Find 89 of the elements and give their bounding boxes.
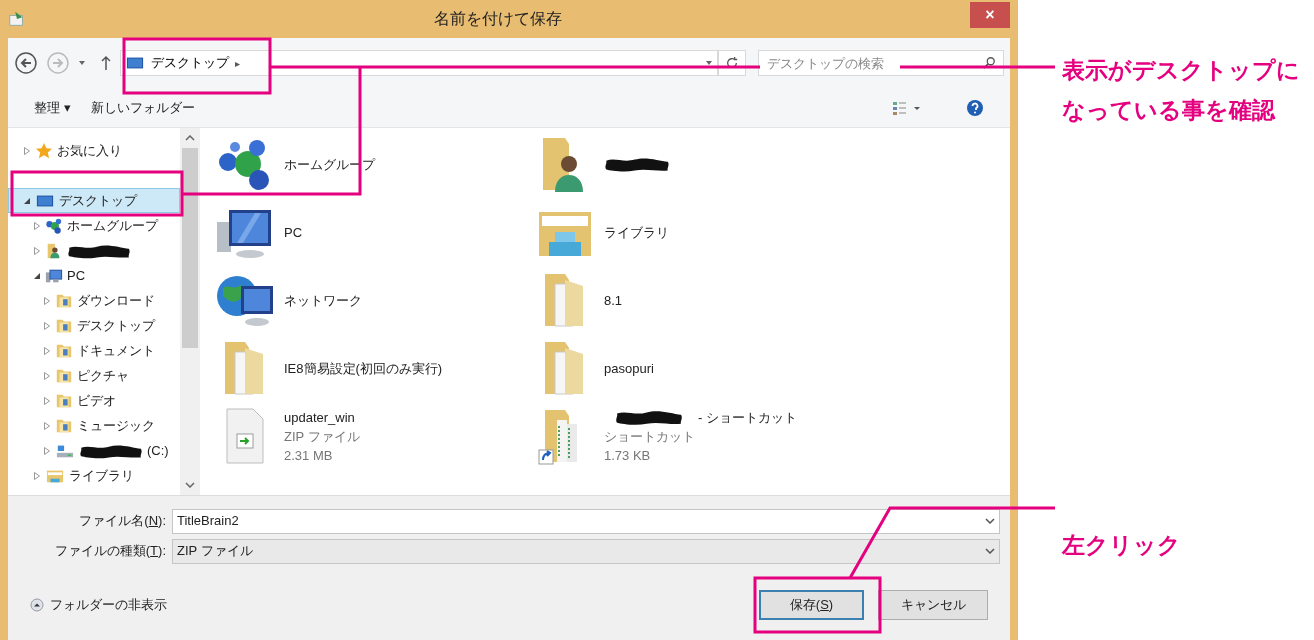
file-item[interactable]: pasopuri (534, 334, 1010, 402)
scroll-up-icon[interactable] (185, 135, 195, 141)
view-options-icon[interactable] (892, 99, 922, 116)
app-icon (8, 10, 26, 28)
file-name: updater_win (284, 408, 355, 427)
tree-label: PC (67, 266, 86, 285)
file-item[interactable]: ネットワーク (214, 266, 534, 334)
collapsed-icon[interactable] (23, 146, 31, 155)
annotation-text: 表示がデスクトップになっている事を確認 (1062, 56, 1301, 125)
file-name: IE8簡易設定(初回のみ実行) (284, 359, 443, 378)
expanded-icon[interactable] (33, 271, 41, 280)
close-button[interactable]: × (970, 2, 1010, 28)
tree-label: ライブラリ (69, 466, 134, 485)
tree-label: デスクトップ (77, 316, 155, 335)
file-name: - ショートカット (698, 408, 797, 427)
window-title: 名前を付けて保存 (433, 9, 563, 29)
tree-item[interactable]: (C:) (8, 438, 180, 463)
tree-label: ドキュメント (77, 341, 155, 360)
file-detail: 2.31 MB (284, 446, 334, 465)
tree-item[interactable]: デスクトップ (8, 313, 180, 338)
collapsed-icon[interactable] (43, 321, 51, 330)
breadcrumb-separator[interactable]: ▸ (234, 55, 240, 71)
file-name: ライブラリ (604, 223, 669, 242)
tree-item[interactable]: ピクチャ (8, 363, 180, 388)
file-item[interactable]: updater_win ZIP ファイル 2.31 MB (214, 402, 534, 470)
tree-label: ミュージック (77, 416, 155, 435)
filename-field[interactable]: TitleBrain2 (172, 508, 1000, 534)
up-arrow-icon[interactable] (99, 55, 112, 71)
organize-button[interactable]: 整理 ▾ (34, 97, 71, 118)
file-item[interactable]: IE8簡易設定(初回のみ実行) (214, 334, 534, 402)
tree-label: ピクチャ (77, 366, 129, 385)
file-detail: 1.73 KB (604, 446, 652, 465)
new-folder-button[interactable]: 新しいフォルダー (90, 97, 195, 118)
tree-item[interactable]: ドキュメント (8, 338, 180, 363)
collapse-icon[interactable] (30, 598, 44, 612)
homegroup-icon (45, 216, 63, 235)
tree-item[interactable]: PC (8, 263, 180, 288)
expanded-icon[interactable] (23, 196, 31, 205)
help-icon[interactable] (966, 98, 984, 117)
collapsed-icon[interactable] (43, 446, 51, 455)
scroll-thumb[interactable] (182, 148, 198, 348)
save-button[interactable]: 保存(S) (759, 590, 864, 620)
collapsed-icon[interactable] (43, 296, 51, 305)
collapsed-icon[interactable] (33, 221, 41, 230)
scrollbar[interactable] (180, 128, 200, 495)
file-item[interactable]: PC (214, 198, 534, 266)
tree-label: ビデオ (77, 391, 116, 410)
breadcrumb[interactable]: デスクトップ (150, 53, 229, 73)
field-label: ファイル名(N): (78, 512, 166, 531)
file-name: ネットワーク (284, 291, 362, 310)
file-detail: ショートカット (604, 427, 696, 446)
file-name: pasopuri (604, 359, 654, 378)
caret-icon[interactable] (77, 59, 86, 67)
tree-item[interactable]: ダウンロード (8, 288, 180, 313)
dropdown-icon[interactable] (985, 548, 995, 554)
caret-icon[interactable] (705, 59, 714, 67)
filetype-dropdown[interactable]: ZIP ファイル (172, 538, 1000, 564)
tree-label: (C:) (147, 441, 169, 460)
collapsed-icon[interactable] (43, 371, 51, 380)
collapsed-icon[interactable] (43, 396, 51, 405)
annotation-text: 左クリック (1062, 531, 1182, 560)
file-detail: ZIP ファイル (284, 427, 360, 446)
collapsed-icon[interactable] (43, 346, 51, 355)
scroll-down-icon[interactable] (185, 482, 195, 488)
collapsed-icon[interactable] (33, 471, 41, 480)
file-name: PC (284, 223, 303, 242)
dropdown-icon[interactable] (985, 518, 995, 524)
tree-item[interactable]: ビデオ (8, 388, 180, 413)
tree-label: お気に入り (57, 141, 122, 160)
tree-item[interactable]: ミュージック (8, 413, 180, 438)
hide-folders-button[interactable]: フォルダーの非表示 (50, 595, 167, 615)
star-icon (35, 141, 53, 160)
tree-label: ホームグループ (67, 216, 158, 235)
file-item[interactable]: - ショートカット ショートカット 1.73 KB (534, 402, 1010, 470)
tree-item[interactable]: ライブラリ (8, 463, 180, 488)
tree-label: ダウンロード (77, 291, 155, 310)
cancel-button[interactable]: キャンセル (878, 590, 988, 620)
file-name: 8.1 (604, 291, 623, 310)
tree-item[interactable]: ホームグループ (8, 213, 180, 238)
collapsed-icon[interactable] (43, 421, 51, 430)
back-icon[interactable] (14, 51, 38, 75)
tree-item[interactable]: お気に入り (8, 138, 180, 163)
collapsed-icon[interactable] (33, 246, 41, 255)
field-label: ファイルの種類(T): (53, 542, 166, 561)
file-item[interactable]: 8.1 (534, 266, 1010, 334)
tree-label: デスクトップ (59, 191, 137, 210)
tree-item[interactable]: デスクトップ (8, 188, 180, 213)
file-item[interactable]: ライブラリ (534, 198, 1010, 266)
search-field[interactable]: デスクトップの検索 (758, 50, 1005, 76)
